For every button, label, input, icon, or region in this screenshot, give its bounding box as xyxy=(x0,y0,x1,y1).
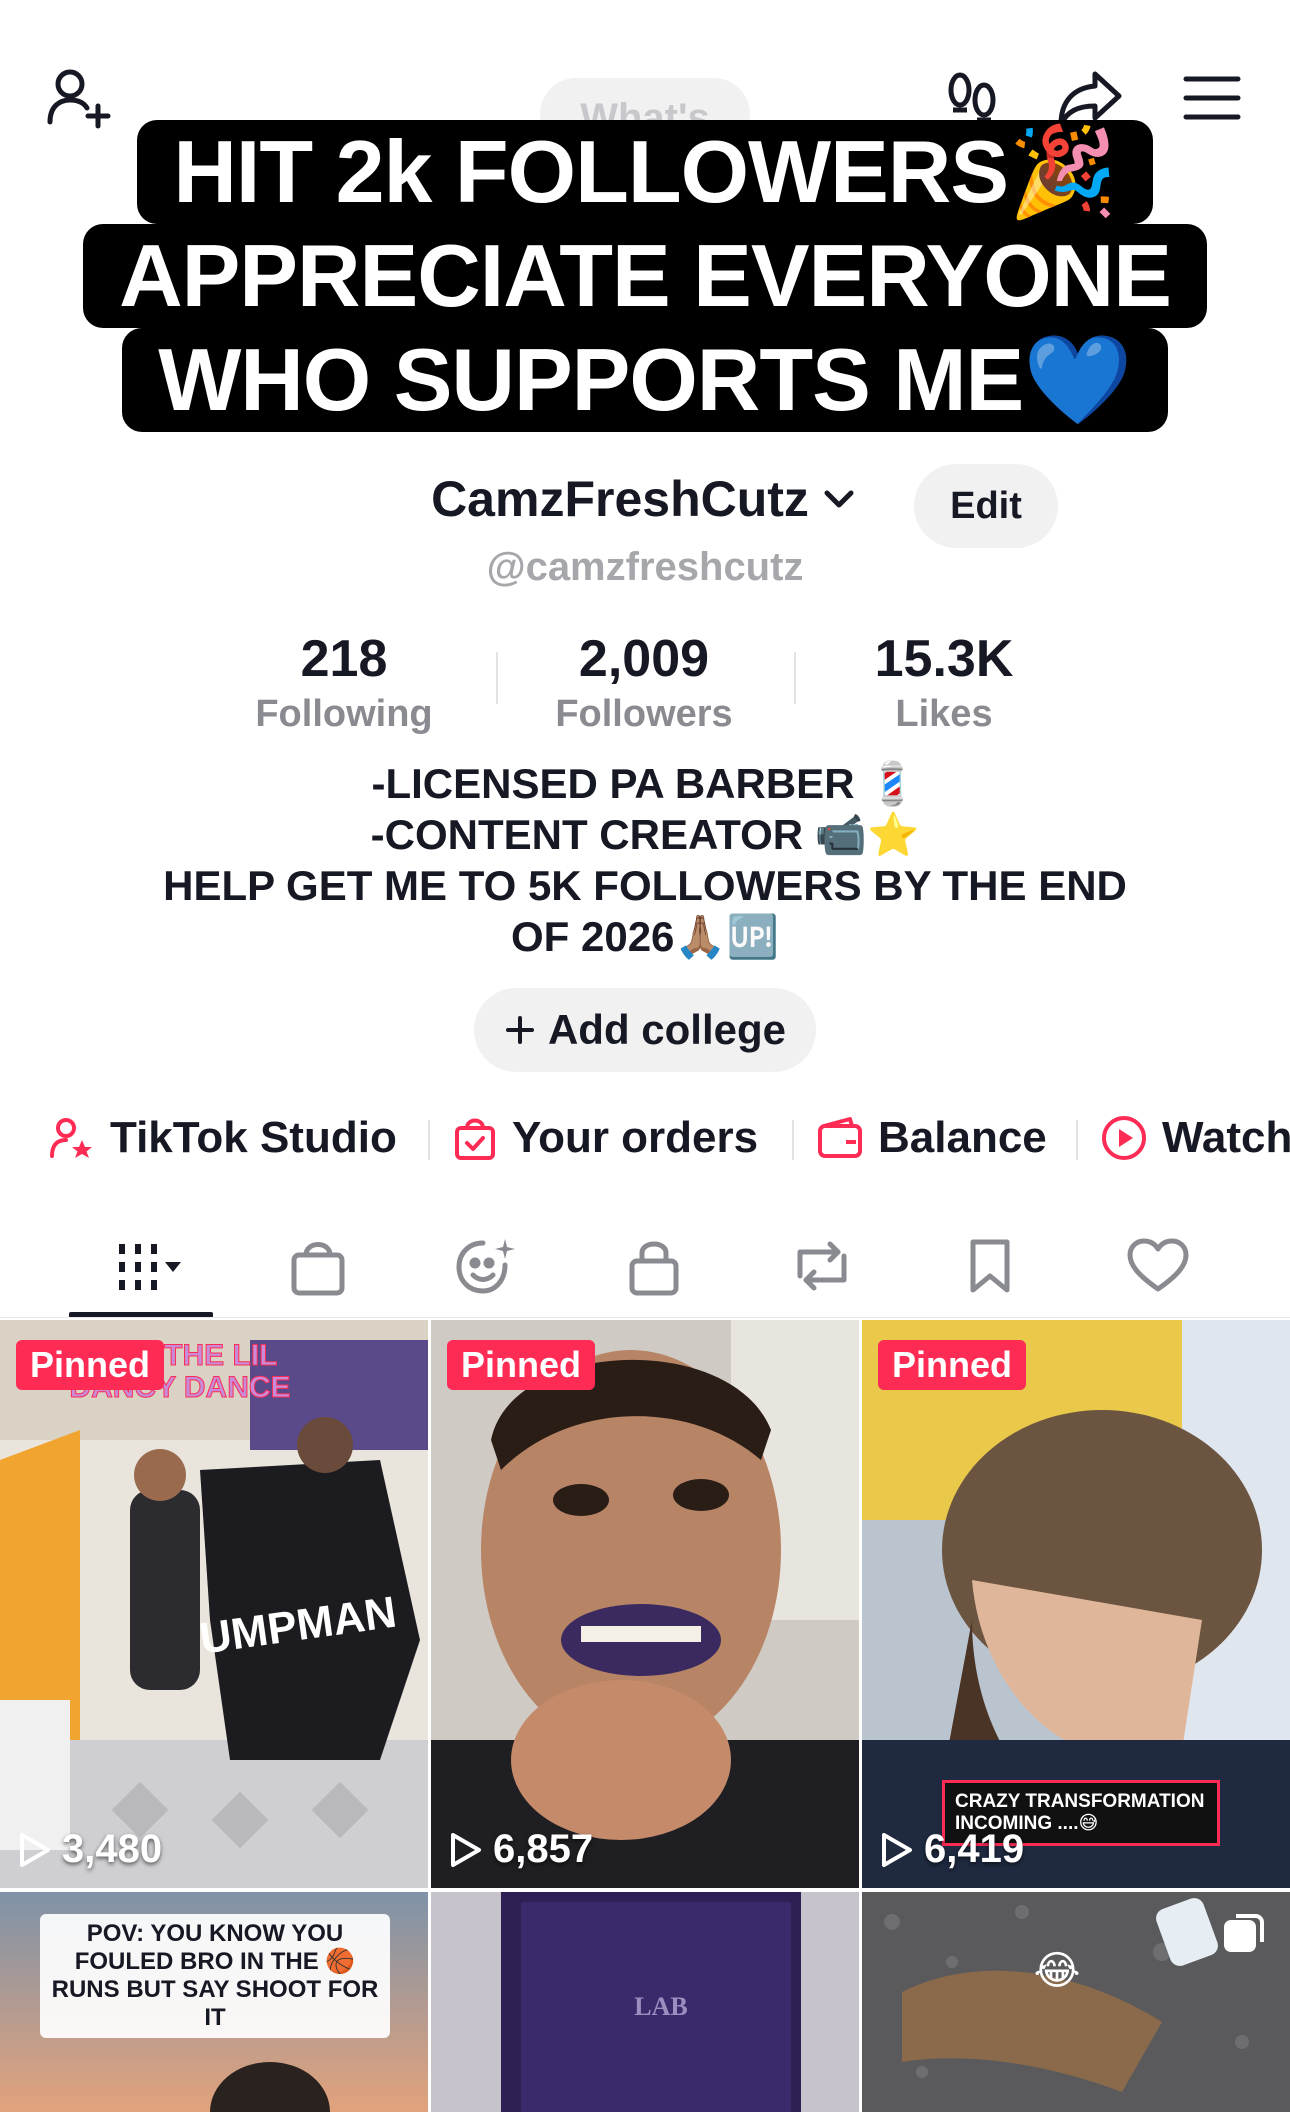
stat-divider xyxy=(794,652,796,704)
video-overlay-text: LAB xyxy=(634,1992,688,2021)
view-count-value: 3,480 xyxy=(62,1827,163,1871)
multi-photo-icon xyxy=(1224,1914,1264,1952)
bio-line: HELP GET ME TO 5K FOLLOWERS BY THE END xyxy=(163,862,1127,909)
caption-line-1: HIT 2k FOLLOWERS🎉 xyxy=(137,120,1153,224)
stat-following[interactable]: 218 Following xyxy=(214,628,474,738)
video-thumbnail-image: UMPMAN xyxy=(0,1320,428,1888)
view-count: 6,419 xyxy=(880,1827,1024,1872)
view-count-value: 6,419 xyxy=(924,1827,1025,1871)
video-thumbnail-image xyxy=(431,1320,859,1888)
shortcut-label: Balance xyxy=(878,1113,1047,1162)
video-grid: UMPMAN 2 HIT THE LIL DANCY DANCE Pinned … xyxy=(0,1320,1290,2112)
caption-line-2: APPRECIATE EVERYONE xyxy=(83,224,1207,328)
bookmark-icon xyxy=(970,1239,1010,1293)
tab-favorites[interactable] xyxy=(920,1218,1060,1314)
stat-label: Following xyxy=(255,693,433,735)
tab-liked[interactable] xyxy=(1088,1218,1228,1314)
shortcut-your-orders[interactable]: Your orders xyxy=(452,1100,758,1176)
shortcut-divider xyxy=(1076,1120,1078,1160)
video-overlay-text: 😂 xyxy=(1033,1949,1081,1993)
video-thumbnail[interactable]: UMPMAN 2 HIT THE LIL DANCY DANCE Pinned … xyxy=(0,1320,428,1888)
tab-private[interactable] xyxy=(584,1218,724,1314)
username: CamzFreshCutz xyxy=(431,471,809,527)
play-icon xyxy=(451,1832,481,1867)
profile-tabs xyxy=(0,1218,1290,1318)
edit-profile-button[interactable]: Edit xyxy=(914,464,1058,548)
stat-value: 15.3K xyxy=(874,630,1014,688)
tab-reposts[interactable] xyxy=(752,1218,892,1314)
video-thumbnail[interactable]: Pinned 6,857 xyxy=(431,1320,859,1888)
person-star-icon xyxy=(50,1118,92,1158)
stat-divider xyxy=(496,652,498,704)
play-icon xyxy=(882,1832,912,1867)
video-thumbnail[interactable]: LAB xyxy=(431,1892,859,2112)
shortcut-balance[interactable]: Balance xyxy=(816,1100,1047,1176)
video-thumbnail[interactable]: CRAZY TRANSFORMATION INCOMING ....😅 Pinn… xyxy=(862,1320,1290,1888)
video-thumbnail[interactable]: 😂 xyxy=(862,1892,1290,2112)
stat-followers[interactable]: 2,009 Followers xyxy=(514,628,774,738)
shortcut-row: TikTok Studio Your orders Balance Watch xyxy=(0,1100,1290,1176)
shortcut-label: Your orders xyxy=(512,1113,759,1162)
bio-line: -CONTENT CREATOR 📹⭐ xyxy=(370,811,920,858)
shopping-bag-icon xyxy=(455,1118,495,1160)
tabs-divider xyxy=(0,1317,1290,1318)
plus-icon xyxy=(505,1016,534,1044)
stat-value: 218 xyxy=(300,630,388,688)
heart-icon xyxy=(1127,1238,1189,1292)
repost-icon xyxy=(797,1241,847,1291)
caption-line-3: WHO SUPPORTS ME💙 xyxy=(122,328,1168,432)
user-handle: @camzfreshcutz xyxy=(486,545,804,589)
shortcut-tiktok-studio[interactable]: TikTok Studio xyxy=(48,1100,397,1176)
grid-icon xyxy=(119,1244,181,1290)
sparkle-face-icon xyxy=(456,1239,515,1294)
video-overlay-text: POV: YOU KNOW YOU FOULED BRO IN THE 🏀 RU… xyxy=(40,1914,390,2038)
shortcut-divider xyxy=(428,1120,430,1160)
profile-stats: 218 Following 2,009 Followers 15.3K Like… xyxy=(0,628,1290,738)
lock-icon xyxy=(629,1241,679,1296)
shortcut-label: Watch xyxy=(1162,1113,1290,1162)
pinned-badge: Pinned xyxy=(447,1340,596,1390)
shortcut-divider xyxy=(792,1120,794,1160)
caption-overlay: HIT 2k FOLLOWERS🎉 APPRECIATE EVERYONE WH… xyxy=(0,120,1290,432)
stat-value: 2,009 xyxy=(578,630,710,688)
bag-icon xyxy=(291,1242,345,1296)
view-count-value: 6,857 xyxy=(493,1827,594,1871)
play-circle-icon xyxy=(1102,1116,1146,1160)
bio-line: -LICENSED PA BARBER 💈 xyxy=(371,760,919,807)
shortcut-watch[interactable]: Watch xyxy=(1100,1100,1290,1176)
pinned-badge: Pinned xyxy=(16,1340,165,1390)
view-count: 3,480 xyxy=(18,1827,162,1872)
add-college-label: Add college xyxy=(547,1006,787,1053)
username-row[interactable]: CamzFreshCutz xyxy=(0,470,1290,528)
tab-shop[interactable] xyxy=(248,1218,388,1314)
stat-label: Followers xyxy=(555,693,733,735)
tab-ai-self[interactable] xyxy=(416,1218,556,1314)
video-thumbnail[interactable]: POV: YOU KNOW YOU FOULED BRO IN THE 🏀 RU… xyxy=(0,1892,428,2112)
pinned-badge: Pinned xyxy=(878,1340,1027,1390)
stat-label: Likes xyxy=(895,693,993,735)
wallet-icon xyxy=(818,1117,862,1158)
chevron-down-icon xyxy=(819,479,859,519)
play-icon xyxy=(20,1832,50,1867)
bio-line: OF 2026🙏🏽🆙 xyxy=(510,913,780,960)
add-college-button[interactable]: Add college xyxy=(474,988,816,1072)
stat-likes[interactable]: 15.3K Likes xyxy=(814,628,1074,738)
shortcut-label: TikTok Studio xyxy=(110,1113,397,1162)
view-count: 6,857 xyxy=(449,1827,593,1872)
tab-videos[interactable] xyxy=(71,1218,211,1314)
profile-bio: -LICENSED PA BARBER 💈 -CONTENT CREATOR 📹… xyxy=(120,758,1170,962)
